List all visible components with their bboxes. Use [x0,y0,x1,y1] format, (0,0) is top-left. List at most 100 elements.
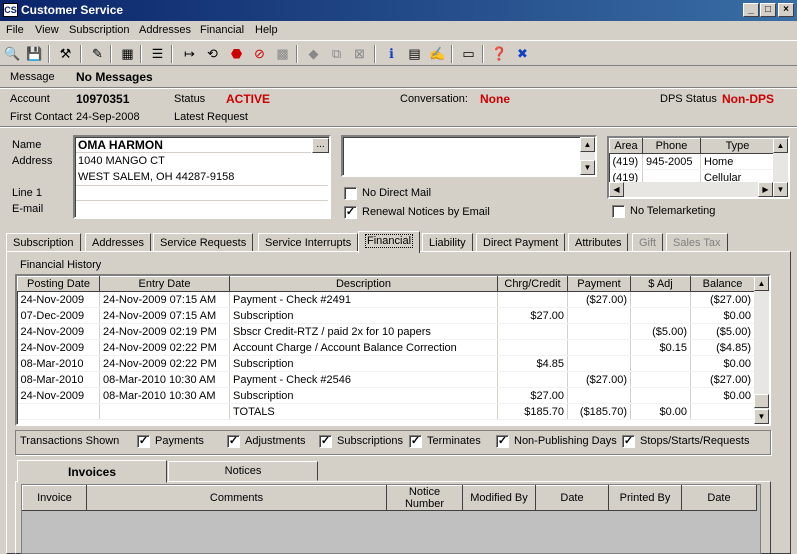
search-icon[interactable]: 🔍 [3,44,22,63]
delete-icon[interactable]: ⊠ [350,44,369,63]
column-header[interactable]: Payment [567,276,631,292]
scroll-down-icon[interactable]: ▼ [754,409,769,424]
subtab-invoices[interactable]: Invoices [17,460,167,483]
column-header[interactable]: Modified By [462,485,536,511]
dps-status-label: DPS Status [660,93,717,105]
table-row[interactable]: 08-Mar-2010 08-Mar-2010 10:30 AM Payment -… [17,371,755,388]
address-line2-field[interactable]: WEST SALEM, OH 44287-9158 [76,170,328,186]
help-icon[interactable]: ❓ [490,44,509,63]
diamond-icon[interactable]: ◆ [304,44,323,63]
tools-icon[interactable]: ⚒ [56,44,75,63]
tab-liability[interactable]: Liability [422,233,473,252]
column-header[interactable]: Phone [642,138,701,154]
scroll-down-icon[interactable]: ▼ [773,182,788,197]
menu-help[interactable]: Help [255,24,278,36]
scroll-up-icon[interactable]: ▲ [754,276,769,291]
non-publishing-days-checkbox[interactable]: ✓ [496,435,509,448]
column-header[interactable]: Comments [86,485,387,511]
scroll-down-icon[interactable]: ▼ [580,160,595,175]
tab-addresses[interactable]: Addresses [85,233,151,252]
calendar-icon[interactable]: ▦ [118,44,137,63]
history-scrollbar[interactable]: ▲ ▼ [754,276,769,424]
column-header[interactable]: Chrg/Credit [497,276,568,292]
adjustments-checkbox[interactable]: ✓ [227,435,240,448]
close-icon[interactable]: ✖ [513,44,532,63]
notes-textarea[interactable]: ▲ ▼ [341,135,597,177]
info-icon[interactable]: ℹ [382,44,401,63]
table-row[interactable]: 24-Nov-2009 24-Nov-2009 02:19 PM Sbscr Cre… [17,323,755,340]
column-header[interactable]: Posting Date [17,276,100,292]
stop-icon[interactable]: ⬣ [227,44,246,63]
tab-sales-tax[interactable]: Sales Tax [666,233,728,252]
stops-starts-requests-checkbox[interactable]: ✓ [622,435,635,448]
column-header[interactable]: $ Adj [630,276,691,292]
email-field[interactable] [76,202,328,216]
totals-row[interactable]: TOTALS $185.70 ($185.70) $0.00 [17,403,755,420]
tab-service-interrupts[interactable]: Service Interrupts [258,233,359,252]
card-icon[interactable]: ▭ [459,44,478,63]
table-row[interactable]: 24-Nov-2009 08-Mar-2010 10:30 AM Subscript… [17,387,755,404]
sign-icon[interactable]: ✍ [428,44,447,63]
column-header[interactable]: Date [681,485,757,511]
renewal-notices-checkbox[interactable]: ✓ [344,206,357,219]
close-button[interactable]: × [778,3,794,17]
tab-subscription[interactable]: Subscription [6,233,81,252]
scroll-up-icon[interactable]: ▲ [580,137,595,152]
tab-label: Service Interrupts [265,237,352,249]
line1-field[interactable] [76,187,328,201]
description-cell: TOTALS [229,403,498,420]
menu-addresses[interactable]: Addresses [139,24,191,36]
column-header[interactable]: Type [700,138,775,154]
column-header[interactable]: Entry Date [99,276,230,292]
browse-button[interactable]: ... [312,138,329,153]
column-header[interactable]: Printed By [608,485,682,511]
address-line1-field[interactable]: 1040 MANGO CT [76,154,328,170]
scroll-right-icon[interactable]: ▶ [758,182,773,197]
column-header[interactable]: Notice Number [386,485,463,511]
tab-gift[interactable]: Gift [632,233,664,252]
menu-file[interactable]: File [6,24,24,36]
copy-icon[interactable]: ⧉ [327,44,346,63]
menu-financial[interactable]: Financial [200,24,244,36]
no-telemarketing-checkbox[interactable] [612,205,625,218]
tab-attributes[interactable]: Attributes [568,233,629,252]
column-header[interactable]: Area [609,138,643,154]
no-direct-mail-checkbox[interactable] [344,187,357,200]
table-row[interactable]: 24-Nov-2009 24-Nov-2009 07:15 AM Payment -… [17,291,755,308]
minimize-button[interactable]: _ [743,3,759,17]
payments-checkbox[interactable]: ✓ [137,435,150,448]
table-row[interactable]: 07-Dec-2009 24-Nov-2009 07:15 AM Subscript… [17,307,755,324]
save-icon[interactable]: 💾 [25,44,44,63]
phone-row[interactable]: (419) 945-2005 Home [609,153,775,170]
tab-financial[interactable]: Financial [358,231,421,253]
column-header[interactable]: Balance [690,276,755,292]
table-row[interactable]: 24-Nov-2009 24-Nov-2009 02:22 PM Account C… [17,339,755,356]
scroll-left-icon[interactable]: ◀ [609,182,624,197]
phone-vscrollbar[interactable]: ▲ ▼ [773,138,788,197]
menu-view[interactable]: View [35,24,59,36]
phone-hscrollbar[interactable]: ◀ ▶ [609,182,773,197]
grid-icon[interactable]: ▩ [273,44,292,63]
maximize-button[interactable]: □ [760,3,776,17]
entry-date-cell: 24-Nov-2009 02:22 PM [99,339,230,356]
notes-scrollbar[interactable]: ▲ ▼ [580,137,595,175]
name-field[interactable]: OMA HARMON [76,138,311,153]
edit-icon[interactable]: ✎ [88,44,107,63]
document-icon[interactable]: ▤ [405,44,424,63]
column-header[interactable]: Description [229,276,498,292]
tab-service-requests[interactable]: Service Requests [153,233,254,252]
column-header[interactable]: Date [535,485,609,511]
subscriptions-checkbox[interactable]: ✓ [319,435,332,448]
tab-direct-payment[interactable]: Direct Payment [476,233,566,252]
menu-subscription[interactable]: Subscription [69,24,130,36]
subtab-notices[interactable]: Notices [168,461,318,481]
notepad-icon[interactable]: ☰ [148,44,167,63]
scroll-thumb[interactable] [754,394,769,408]
terminates-checkbox[interactable]: ✓ [409,435,422,448]
table-row[interactable]: 08-Mar-2010 24-Nov-2009 02:22 PM Subscript… [17,355,755,372]
column-header[interactable]: Invoice [22,485,87,511]
arrow-right-icon[interactable]: ↦ [180,44,199,63]
cancel-icon[interactable]: ⊘ [250,44,269,63]
scroll-up-icon[interactable]: ▲ [773,138,788,153]
return-icon[interactable]: ⟲ [203,44,222,63]
